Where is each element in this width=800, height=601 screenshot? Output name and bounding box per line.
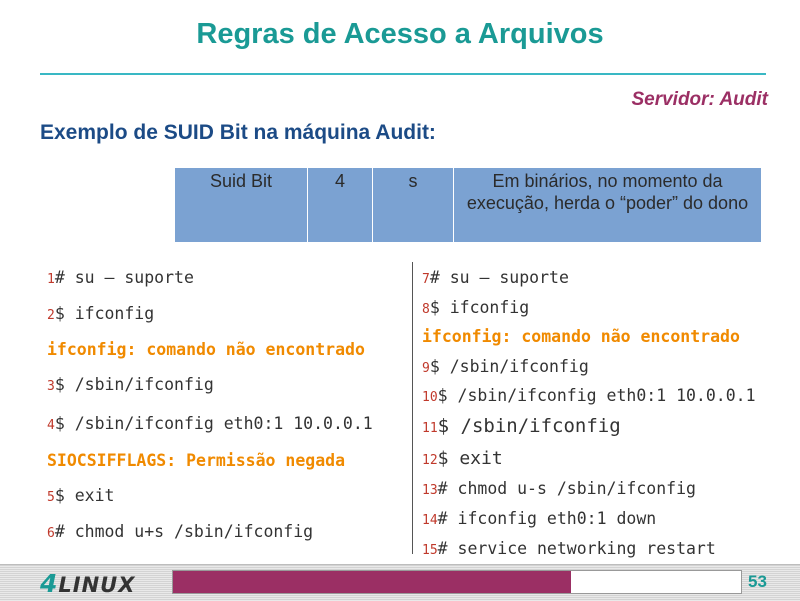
- command-text: # su – suporte: [429, 268, 569, 287]
- title-divider: [40, 73, 766, 75]
- command-text: $ /sbin/ifconfig: [54, 375, 214, 394]
- permission-description-cell: Em binários, no momento da execução, her…: [453, 167, 762, 243]
- line-number: 8: [422, 302, 430, 317]
- permission-octal-cell: 4: [307, 167, 373, 243]
- command-line: 1# su – suporte: [47, 268, 194, 287]
- command-line: 8$ ifconfig: [422, 298, 529, 317]
- command-line: 5$ exit: [47, 486, 114, 505]
- line-number: 13: [422, 483, 438, 498]
- command-line: 2$ ifconfig: [47, 304, 154, 323]
- progress-fill: [173, 571, 571, 593]
- line-number: 5: [47, 490, 55, 505]
- error-text: ifconfig: comando não encontrado: [47, 340, 365, 359]
- command-text: $ ifconfig: [429, 298, 530, 317]
- command-text: # chmod u-s /sbin/ifconfig: [437, 479, 696, 498]
- command-line: 14# ifconfig eth0:1 down: [422, 509, 656, 528]
- line-number: 7: [422, 272, 430, 287]
- line-number: 10: [422, 390, 438, 405]
- command-text: # su – suporte: [54, 268, 194, 287]
- server-label: Servidor: Audit: [631, 89, 768, 110]
- permission-name-cell: Suid Bit: [174, 167, 308, 243]
- error-line: ifconfig: comando não encontrado: [47, 340, 365, 359]
- command-line: 6# chmod u+s /sbin/ifconfig: [47, 522, 313, 541]
- command-text: # ifconfig eth0:1 down: [437, 509, 657, 528]
- line-number: 12: [422, 453, 438, 468]
- error-line: SIOCSIFFLAGS: Permissão negada: [47, 451, 345, 470]
- command-text: $ ifconfig: [54, 304, 155, 323]
- permission-table: Suid Bit 4 s Em binários, no momento da …: [174, 167, 762, 243]
- line-number: 4: [47, 418, 55, 433]
- logo-digit: 4: [40, 569, 59, 598]
- command-line: 10$ /sbin/ifconfig eth0:1 10.0.0.1: [422, 386, 756, 405]
- line-number: 6: [47, 526, 55, 541]
- command-text: $ /sbin/ifconfig: [429, 357, 589, 376]
- command-text: # service networking restart: [437, 539, 716, 558]
- line-number: 9: [422, 361, 430, 376]
- error-line: ifconfig: comando não encontrado: [422, 327, 740, 346]
- line-number: 14: [422, 513, 438, 528]
- logo-text: LINUX: [58, 573, 136, 597]
- page-number: 53: [748, 572, 767, 591]
- line-number: 2: [47, 308, 55, 323]
- command-line: 13# chmod u-s /sbin/ifconfig: [422, 479, 696, 498]
- command-text: $ exit: [54, 486, 115, 505]
- command-line: 3$ /sbin/ifconfig: [47, 375, 214, 394]
- command-text: $ exit: [437, 448, 503, 469]
- command-text: # chmod u+s /sbin/ifconfig: [54, 522, 314, 541]
- permission-symbol-cell: s: [372, 167, 454, 243]
- command-text: $ /sbin/ifconfig eth0:1 10.0.0.1: [437, 386, 756, 405]
- command-text: $ /sbin/ifconfig eth0:1 10.0.0.1: [54, 414, 373, 433]
- command-line: 7# su – suporte: [422, 268, 569, 287]
- command-line: 9$ /sbin/ifconfig: [422, 357, 589, 376]
- table-row: Suid Bit 4 s Em binários, no momento da …: [174, 167, 762, 243]
- logo-4linux: 4LINUX: [40, 569, 135, 598]
- line-number: 15: [422, 543, 438, 558]
- error-text: ifconfig: comando não encontrado: [422, 327, 740, 346]
- section-subtitle: Exemplo de SUID Bit na máquina Audit:: [40, 121, 436, 144]
- line-number: 1: [47, 272, 55, 287]
- slide-title: Regras de Acesso a Arquivos: [196, 18, 604, 50]
- line-number: 11: [422, 421, 438, 436]
- slide-progress-bar: [172, 570, 742, 594]
- line-number: 3: [47, 379, 55, 394]
- command-line: 4$ /sbin/ifconfig eth0:1 10.0.0.1: [47, 414, 373, 433]
- command-line: 12$ exit: [422, 448, 503, 469]
- command-line: 11$ /sbin/ifconfig: [422, 415, 621, 437]
- error-text: SIOCSIFFLAGS: Permissão negada: [47, 451, 346, 470]
- command-line: 15# service networking restart: [422, 539, 716, 558]
- column-divider: [412, 262, 413, 554]
- command-text: $ /sbin/ifconfig: [437, 415, 621, 437]
